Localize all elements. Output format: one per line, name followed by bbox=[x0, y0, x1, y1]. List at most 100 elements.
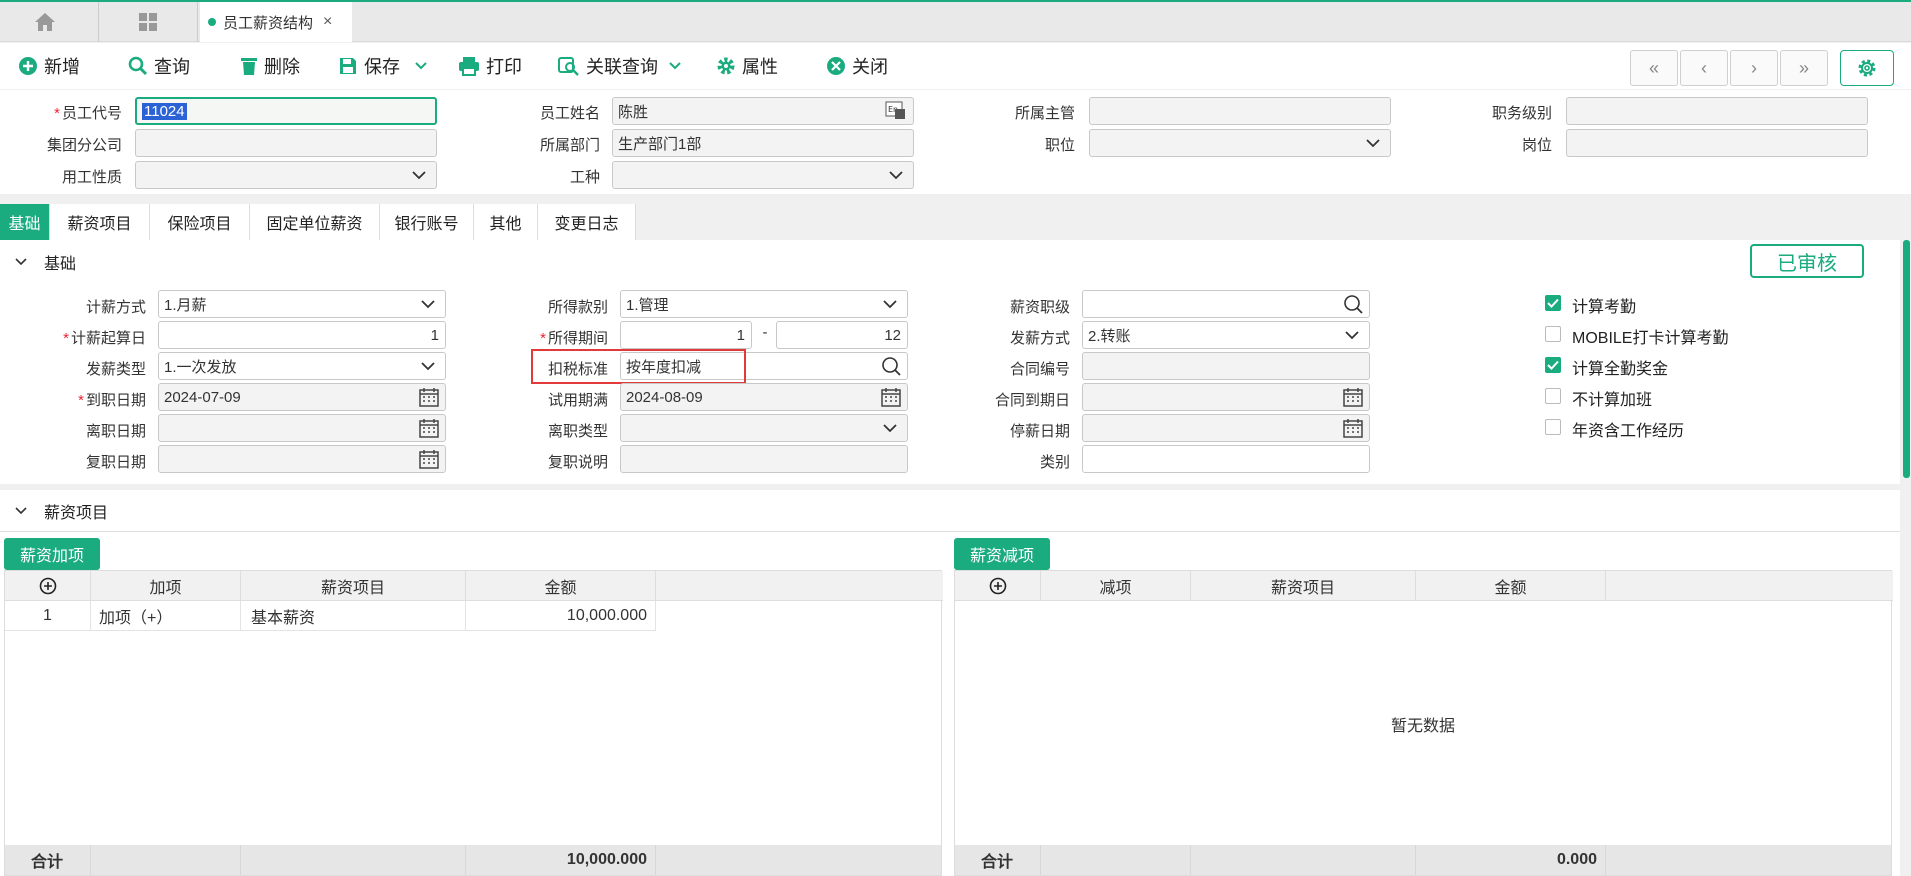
row-item: 基本薪资 bbox=[241, 601, 466, 631]
related-query-icon bbox=[558, 56, 580, 76]
pay-method-select[interactable]: 1.月薪 bbox=[158, 290, 446, 318]
chevron-down-icon[interactable] bbox=[414, 61, 428, 71]
related-query-button[interactable]: 关联查询 bbox=[558, 52, 682, 80]
prev-record-button[interactable]: ‹ bbox=[1680, 50, 1728, 86]
stop-pay-date-input[interactable] bbox=[1082, 414, 1370, 442]
tab-home[interactable] bbox=[0, 2, 90, 42]
calendar-icon[interactable] bbox=[419, 418, 439, 441]
add-salary-item-button[interactable]: 薪资加项 bbox=[4, 538, 100, 570]
deduct-salary-item-button[interactable]: 薪资减项 bbox=[954, 538, 1050, 570]
search-icon[interactable] bbox=[1343, 294, 1363, 317]
income-period-from-input[interactable]: 1 bbox=[620, 321, 752, 349]
settings-button[interactable] bbox=[1840, 50, 1894, 86]
tab-bank-account[interactable]: 银行账号 bbox=[380, 204, 474, 240]
first-record-button[interactable]: « bbox=[1630, 50, 1678, 86]
print-button[interactable]: 打印 bbox=[458, 52, 522, 80]
calc-attendance-checkbox[interactable] bbox=[1545, 295, 1561, 311]
dept-label: 所属部门 bbox=[539, 137, 600, 154]
close-button[interactable]: 关闭 bbox=[826, 52, 888, 80]
next-record-button[interactable]: › bbox=[1730, 50, 1778, 86]
post-label: 岗位 bbox=[1521, 137, 1552, 154]
supervisor-input[interactable] bbox=[1089, 97, 1391, 125]
position-select[interactable] bbox=[1089, 129, 1391, 157]
plus-circle-icon bbox=[39, 577, 56, 595]
tab-employee-salary-structure[interactable]: 员工薪资结构 × bbox=[200, 2, 352, 42]
employment-type-select[interactable] bbox=[135, 161, 437, 189]
pay-type-select[interactable]: 1.一次发放 bbox=[158, 352, 446, 380]
tab-label: 员工薪资结构 bbox=[223, 14, 314, 32]
delete-button[interactable]: 删除 bbox=[240, 52, 300, 80]
branch-input[interactable] bbox=[135, 129, 437, 157]
category-input[interactable] bbox=[1082, 445, 1370, 473]
income-period-to-input[interactable]: 12 bbox=[776, 321, 908, 349]
calendar-icon[interactable] bbox=[419, 449, 439, 472]
dept-input[interactable]: 生产部门1部 bbox=[612, 129, 914, 157]
calendar-icon[interactable] bbox=[1343, 387, 1363, 410]
save-button[interactable]: 保存 bbox=[338, 52, 428, 80]
basic-section-header[interactable]: 基础 bbox=[0, 240, 1900, 284]
category-label: 类别 bbox=[1039, 454, 1070, 471]
pay-start-day-input[interactable]: 1 bbox=[158, 321, 446, 349]
chevron-down-icon[interactable] bbox=[668, 61, 682, 71]
salary-section-header[interactable]: 薪资项目 bbox=[0, 490, 1900, 532]
seniority-work-exp-checkbox[interactable] bbox=[1545, 419, 1561, 435]
salary-grade-input[interactable] bbox=[1082, 290, 1370, 318]
add-row-button[interactable] bbox=[5, 571, 91, 601]
probation-end-input[interactable]: 2024-08-09 bbox=[620, 383, 908, 411]
chevron-down-icon bbox=[14, 506, 28, 516]
col-salary-item: 薪资项目 bbox=[1191, 571, 1416, 601]
empty-data-text: 暂无数据 bbox=[1391, 718, 1456, 735]
tab-insurance-items[interactable]: 保险项目 bbox=[150, 204, 250, 240]
properties-button[interactable]: 属性 bbox=[716, 52, 778, 80]
employee-name-label: 员工姓名 bbox=[539, 105, 600, 122]
contract-end-input[interactable] bbox=[1082, 383, 1370, 411]
tab-other[interactable]: 其他 bbox=[474, 204, 538, 240]
income-category-select[interactable]: 1.管理 bbox=[620, 290, 908, 318]
leave-date-input[interactable] bbox=[158, 414, 446, 442]
tab-change-log[interactable]: 变更日志 bbox=[538, 204, 636, 240]
post-input[interactable] bbox=[1566, 129, 1868, 157]
work-type-select[interactable] bbox=[612, 161, 914, 189]
close-label: 关闭 bbox=[852, 57, 888, 77]
add-row-button[interactable] bbox=[955, 571, 1041, 601]
no-overtime-checkbox[interactable] bbox=[1545, 388, 1561, 404]
job-level-input[interactable] bbox=[1566, 97, 1868, 125]
employee-code-input[interactable]: 11024 bbox=[135, 97, 437, 125]
calendar-icon[interactable] bbox=[881, 387, 901, 410]
supervisor-label: 所属主管 bbox=[1014, 105, 1075, 122]
close-tab-icon[interactable]: × bbox=[323, 13, 332, 31]
last-record-button[interactable]: » bbox=[1780, 50, 1828, 86]
footer-empty bbox=[91, 845, 241, 875]
query-button[interactable]: 查询 bbox=[128, 52, 190, 80]
save-icon bbox=[338, 56, 358, 76]
scrollbar-thumb[interactable] bbox=[1903, 240, 1910, 478]
approved-status-button[interactable]: 已审核 bbox=[1750, 244, 1864, 278]
query-label: 查询 bbox=[154, 57, 190, 77]
properties-label: 属性 bbox=[742, 57, 778, 77]
pay-way-select[interactable]: 2.转账 bbox=[1082, 321, 1370, 349]
contract-no-input[interactable] bbox=[1082, 352, 1370, 380]
tab-basic[interactable]: 基础 bbox=[0, 204, 50, 240]
rejoin-date-input[interactable] bbox=[158, 445, 446, 473]
tab-apps[interactable] bbox=[98, 2, 198, 42]
rejoin-date-label: 复职日期 bbox=[85, 454, 146, 471]
translate-icon[interactable]: En bbox=[885, 101, 907, 124]
calendar-icon[interactable] bbox=[1343, 418, 1363, 441]
tab-salary-items[interactable]: 薪资项目 bbox=[50, 204, 150, 240]
new-button[interactable]: 新增 bbox=[18, 52, 80, 80]
employee-name-input[interactable]: 陈胜 En bbox=[612, 97, 914, 125]
calendar-icon[interactable] bbox=[419, 387, 439, 410]
mobile-attendance-checkbox[interactable] bbox=[1545, 326, 1561, 342]
full-attendance-bonus-checkbox[interactable] bbox=[1545, 357, 1561, 373]
tab-fixed-unit-salary[interactable]: 固定单位薪资 bbox=[250, 204, 380, 240]
footer-empty bbox=[1191, 845, 1416, 875]
basic-section-title: 基础 bbox=[44, 256, 77, 273]
search-icon[interactable] bbox=[881, 356, 901, 379]
mobile-attendance-label: MOBILE打卡计算考勤 bbox=[1572, 330, 1729, 347]
leave-type-select[interactable] bbox=[620, 414, 908, 442]
pay-type-label: 发薪类型 bbox=[85, 361, 146, 378]
no-overtime-label: 不计算加班 bbox=[1572, 392, 1653, 409]
vertical-scrollbar[interactable] bbox=[1902, 240, 1911, 876]
entry-date-input[interactable]: 2024-07-09 bbox=[158, 383, 446, 411]
rejoin-note-input[interactable] bbox=[620, 445, 908, 473]
